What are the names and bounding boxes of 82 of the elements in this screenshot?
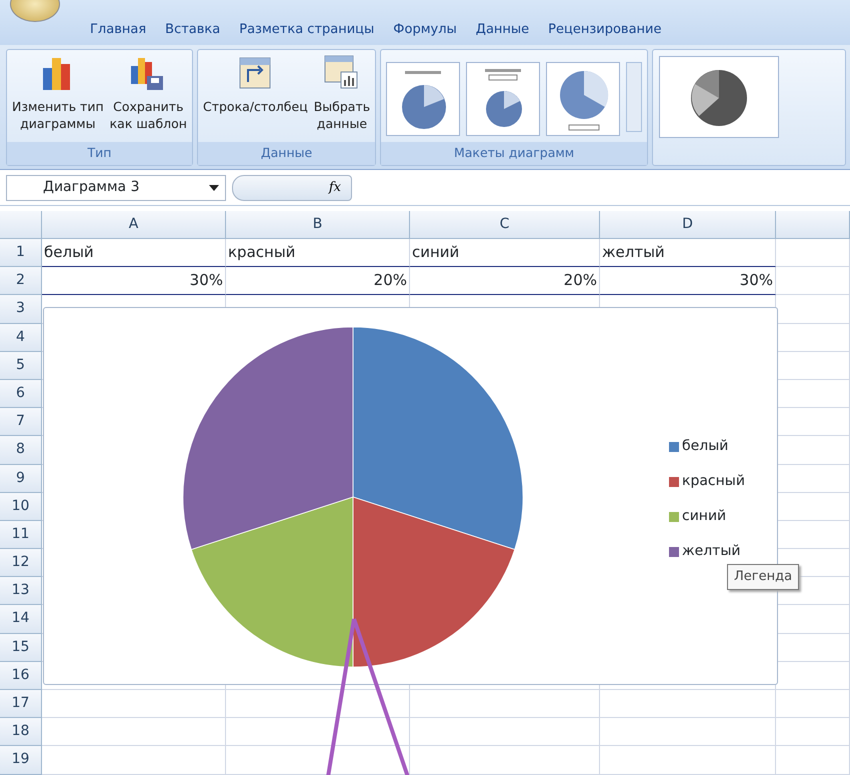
row-header[interactable]: 18	[0, 718, 42, 746]
legend-label: белый	[682, 437, 728, 456]
table-cell[interactable]	[776, 746, 850, 775]
ribbon-button[interactable]: Изменить тип диаграммы	[12, 54, 104, 132]
ribbon-button[interactable]: Строка/столбец	[202, 54, 308, 115]
table-cell[interactable]: желтый	[600, 239, 776, 268]
row-header[interactable]: 1	[0, 239, 42, 268]
table-cell[interactable]	[42, 746, 226, 775]
table-cell[interactable]: 30%	[600, 267, 776, 296]
column-header[interactable]	[776, 211, 850, 239]
select-all-corner[interactable]	[0, 211, 42, 239]
insert-function-button[interactable]: fx	[232, 174, 352, 200]
table-cell[interactable]	[600, 718, 776, 746]
table-cell[interactable]: белый	[42, 239, 226, 268]
table-cell[interactable]	[226, 690, 410, 718]
row-header[interactable]: 13	[0, 577, 42, 606]
row-header[interactable]: 17	[0, 690, 42, 718]
name-box[interactable]: Диаграмма 3	[6, 174, 226, 200]
row-header[interactable]: 11	[0, 520, 42, 550]
pie-slice[interactable]	[352, 496, 516, 668]
layout-thumbnail[interactable]	[386, 62, 460, 136]
table-cell[interactable]: 30%	[42, 267, 226, 296]
legend-label: желтый	[682, 542, 740, 561]
ribbon-tab[interactable]: Вставка	[165, 20, 240, 39]
table-cell[interactable]: 20%	[226, 267, 410, 296]
table-cell[interactable]	[226, 718, 410, 746]
group-title: Данные	[198, 142, 376, 165]
tooltip: Легенда	[727, 564, 800, 590]
layout-thumbnail[interactable]	[466, 62, 540, 136]
row-header[interactable]: 2	[0, 267, 42, 296]
legend-label: красный	[682, 472, 745, 491]
ribbon-tab[interactable]: Данные	[476, 20, 548, 39]
column-header[interactable]: A	[42, 211, 226, 239]
table-cell[interactable]	[600, 746, 776, 775]
table-cell[interactable]	[42, 690, 226, 718]
column-header[interactable]: B	[226, 211, 410, 239]
pie-slice[interactable]	[190, 496, 354, 668]
row-header[interactable]: 15	[0, 634, 42, 662]
row-header[interactable]: 14	[0, 605, 42, 634]
row-header[interactable]: 16	[0, 662, 42, 690]
table-cell[interactable]: красный	[226, 239, 410, 268]
row-header[interactable]: 3	[0, 295, 42, 324]
ribbon-button[interactable]: Сохранить как шаблон	[110, 54, 187, 132]
gallery-scroll[interactable]	[626, 62, 642, 132]
row-header[interactable]: 19	[0, 746, 42, 775]
row-header[interactable]: 6	[0, 380, 42, 408]
chart-legend[interactable]: белый красный синий желтый	[669, 436, 745, 562]
table-cell[interactable]	[226, 746, 410, 775]
table-cell[interactable]	[776, 718, 850, 746]
row-header[interactable]: 4	[0, 324, 42, 352]
table-cell[interactable]	[776, 690, 850, 718]
group-title: Макеты диаграмм	[381, 142, 648, 165]
ribbon-tab[interactable]: Разметка страницы	[239, 20, 394, 39]
table-cell[interactable]: синий	[410, 239, 600, 268]
table-cell[interactable]: 20%	[410, 267, 600, 296]
column-header[interactable]: C	[410, 211, 600, 239]
dropdown-icon	[209, 184, 219, 190]
table-cell[interactable]	[776, 267, 850, 296]
row-header[interactable]: 12	[0, 549, 42, 578]
table-cell[interactable]	[410, 746, 600, 775]
row-header[interactable]: 7	[0, 408, 42, 436]
table-cell[interactable]	[600, 690, 776, 718]
pie-slice[interactable]	[352, 326, 524, 550]
ribbon-tab[interactable]: Формулы	[393, 20, 476, 39]
table-cell[interactable]	[410, 690, 600, 718]
pie-slice[interactable]	[182, 326, 354, 550]
group-title: Тип	[7, 142, 192, 165]
layout-thumbnail[interactable]	[546, 62, 620, 136]
column-header[interactable]: D	[600, 211, 776, 239]
row-header[interactable]: 5	[0, 352, 42, 380]
pie-thumbnail-icon	[690, 69, 748, 127]
row-header[interactable]: 9	[0, 464, 42, 493]
row-header[interactable]: 10	[0, 492, 42, 521]
ribbon-button[interactable]: Выбрать данные	[314, 54, 370, 132]
table-cell[interactable]	[42, 718, 226, 746]
table-cell[interactable]	[410, 718, 600, 746]
row-header[interactable]: 8	[0, 436, 42, 464]
ribbon-tab[interactable]: Рецензирование	[548, 20, 680, 39]
ribbon-tab[interactable]: Главная	[90, 20, 166, 39]
legend-label: синий	[682, 507, 726, 526]
table-cell[interactable]	[776, 239, 850, 268]
style-gallery[interactable]	[652, 49, 846, 166]
